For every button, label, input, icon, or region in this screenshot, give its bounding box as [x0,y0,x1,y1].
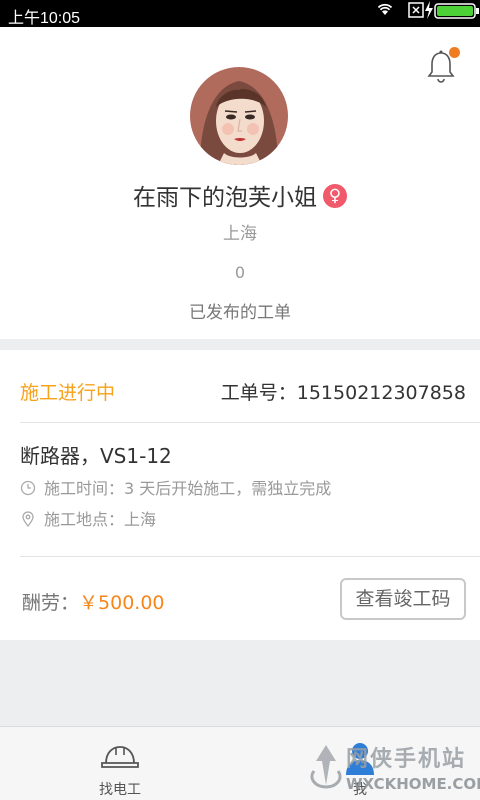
order-number-label: 工单号： [220,382,297,404]
divider [20,422,480,423]
status-time: 上午10:05 [8,10,81,27]
watermark-name: 网侠手机站 [346,747,467,772]
pay-label: 酬劳： [22,592,80,614]
order-title: 断路器，VS1-12 [20,444,172,468]
wifi-icon [377,3,393,15]
avatar-image [190,67,288,165]
user-city: 上海 [223,224,257,244]
view-completion-code-button[interactable]: 查看竣工码 [340,578,466,620]
notification-button[interactable] [426,47,460,83]
time-label: 施工时间： [44,479,125,498]
divider [20,556,480,557]
username: 在雨下的泡芙小姐 [133,185,317,211]
status-bar: 上午10:05 [0,0,480,27]
nav-label-find-electrician: 找电工 [99,782,141,798]
published-count[interactable]: 0 [0,263,480,282]
construction-time-row: 施工时间：3 天后开始施工，需独立完成 [20,478,331,500]
charging-icon [425,1,433,19]
construction-place-row: 施工地点：上海 [20,509,156,531]
published-label[interactable]: 已发布的工单 [0,298,480,323]
place-value: 上海 [124,510,157,529]
avatar[interactable] [190,67,288,165]
username-row: 在雨下的泡芙小姐 ♀ [0,181,480,215]
pay-row: 酬劳：￥500.00 [22,588,165,615]
order-number: 15150212307858 [296,382,466,404]
place-label: 施工地点： [44,510,125,529]
notification-dot [449,47,460,58]
watermark-url: WXCKHOME.COM [346,775,480,793]
order-status: 施工进行中 [20,382,116,404]
female-icon: ♀ [323,183,347,208]
clock-icon [20,480,36,495]
location-pin-icon [22,510,34,527]
hardhat-icon [101,746,139,768]
sim-x-icon [408,2,424,18]
battery-icon [434,3,479,19]
order-number-row: 工单号：15150212307858 [221,378,466,405]
watermark: 网侠手机站 WXCKHOME.COM [300,735,480,795]
profile-section: 在雨下的泡芙小姐 ♀ 上海 0 已发布的工单 [0,27,480,339]
watermark-logo [310,745,342,789]
time-value: 3 天后开始施工，需独立完成 [124,479,332,498]
order-card[interactable]: 施工进行中 工单号：15150212307858 断路器，VS1-12 施工时间… [0,350,480,640]
nav-item-find-electrician[interactable]: 找电工 [0,727,240,800]
pay-amount: ￥500.00 [79,592,165,614]
